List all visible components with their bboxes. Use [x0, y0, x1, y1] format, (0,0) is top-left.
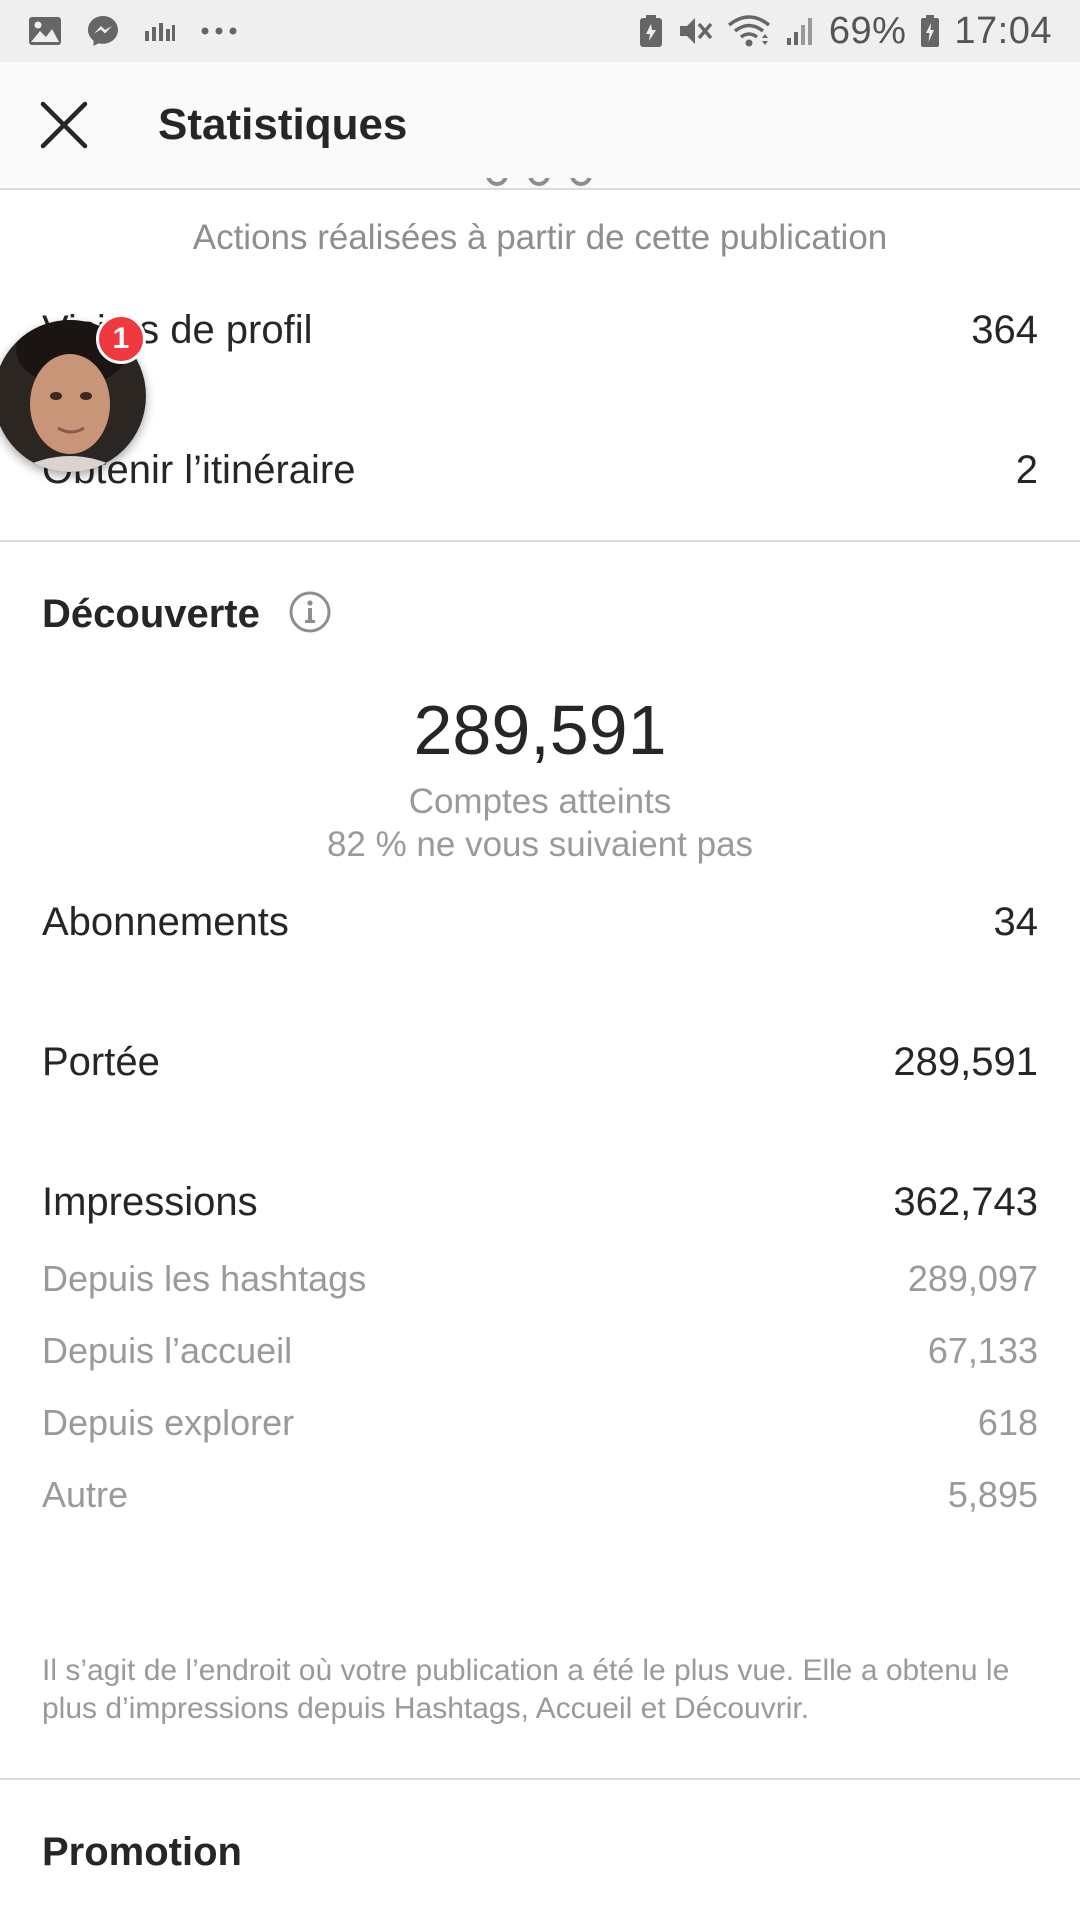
row-value: 34 [993, 900, 1039, 944]
section-title: Découverte [42, 592, 260, 636]
gallery-icon [28, 16, 62, 46]
section-divider [0, 540, 1080, 542]
impressions-footnote: Il s’agit de l’endroit où votre publicat… [42, 1654, 1010, 1725]
accounts-reached-label: Comptes atteints [408, 782, 672, 821]
row-label: Impressions [42, 1180, 258, 1224]
row-value: 289,097 [907, 1258, 1038, 1299]
row-from-explore: Depuis explorer 618 [42, 1402, 1038, 1444]
row-value: 2 [1015, 448, 1038, 492]
row-value: 362,743 [893, 1180, 1038, 1224]
wifi-icon [727, 14, 771, 48]
app-bar: Statistiques [0, 62, 1080, 190]
row-value: 67,133 [927, 1330, 1038, 1371]
more-icon [200, 26, 238, 36]
status-bar: 69% 17:04 [0, 0, 1080, 62]
row-profile-visits: Visites de profil 364 [42, 308, 1038, 353]
non-followers-label: 82 % ne vous suivaient pas [326, 825, 754, 864]
messenger-icon [86, 14, 120, 48]
battery-icon [920, 14, 940, 48]
row-other: Autre 5,895 [42, 1474, 1038, 1516]
row-reach: Portée 289,591 [42, 1040, 1038, 1085]
row-directions: Obtenir l’itinéraire 2 [42, 448, 1038, 493]
row-value: 364 [971, 308, 1038, 352]
section-divider [0, 1778, 1080, 1780]
section-title: Promotion [42, 1830, 242, 1874]
accounts-reached-value: 289,591 [413, 691, 667, 769]
row-label: Depuis explorer [42, 1402, 295, 1443]
promotion-header: Promotion [42, 1830, 242, 1875]
row-follows: Abonnements 34 [42, 900, 1038, 945]
chart-icon [144, 19, 176, 43]
mute-icon [677, 14, 713, 48]
page-title: Statistiques [158, 100, 408, 149]
discovery-header: Découverte [42, 590, 332, 639]
close-button[interactable] [0, 61, 128, 189]
row-value: 5,895 [947, 1474, 1038, 1515]
close-icon [40, 101, 88, 149]
info-icon[interactable] [288, 590, 332, 639]
row-label: Autre [42, 1474, 129, 1515]
chat-head-badge: 1 [96, 314, 146, 364]
signal-icon [785, 16, 815, 46]
battery-saver-icon [639, 14, 663, 48]
row-from-hashtags: Depuis les hashtags 289,097 [42, 1258, 1038, 1300]
row-impressions: Impressions 362,743 [42, 1180, 1038, 1225]
row-label: Abonnements [42, 900, 289, 944]
row-value: 289,591 [893, 1040, 1038, 1084]
battery-percent: 69% [828, 9, 907, 52]
row-label: Depuis l’accueil [42, 1330, 293, 1371]
row-from-home: Depuis l’accueil 67,133 [42, 1330, 1038, 1372]
clock: 17:04 [954, 9, 1052, 52]
row-value: 618 [977, 1402, 1038, 1443]
row-label: Portée [42, 1040, 160, 1084]
carousel-dots [486, 178, 594, 198]
row-label: Depuis les hashtags [42, 1258, 367, 1299]
actions-caption: Actions réalisées à partir de cette publ… [192, 218, 888, 257]
